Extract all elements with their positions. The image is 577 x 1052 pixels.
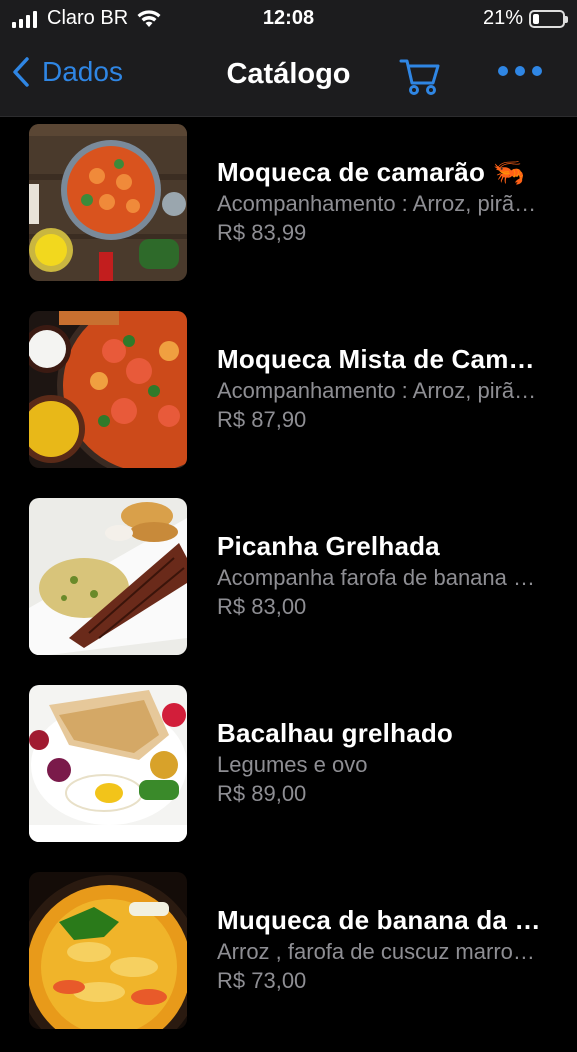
product-description: Acompanhamento : Arroz, pirão e farofa xyxy=(217,378,547,403)
product-info: Moqueca Mista de Camarão e Peixe Acompan… xyxy=(217,342,547,434)
product-name: Bacalhau grelhado xyxy=(217,718,454,748)
cart-icon xyxy=(399,59,440,95)
product-price: R$ 73,00 xyxy=(217,968,307,993)
status-bar: Claro BR 12:08 21% xyxy=(0,0,577,38)
product-price: R$ 83,99 xyxy=(217,220,307,245)
product-image xyxy=(29,685,187,842)
product-name: Picanha Grelhada xyxy=(217,531,440,561)
more-icon-dot xyxy=(532,66,542,76)
product-image xyxy=(29,498,187,655)
product-item[interactable]: Picanha Grelhada Acompanha farofa de ban… xyxy=(0,491,577,678)
product-name: Moqueca de camarão 🦐 xyxy=(217,157,526,187)
product-description: Acompanhamento : Arroz, pirão e farofa xyxy=(217,191,547,216)
product-item[interactable]: Moqueca Mista de Camarão e Peixe Acompan… xyxy=(0,304,577,491)
product-image xyxy=(29,872,187,1029)
product-image xyxy=(29,311,187,468)
product-description: Legumes e ovo xyxy=(217,752,368,777)
back-button[interactable]: Dados xyxy=(12,56,123,88)
product-info: Moqueca de camarão 🦐 Acompanhamento : Ar… xyxy=(217,155,547,247)
product-item[interactable]: Bacalhau grelhado Legumes e ovo R$ 89,00 xyxy=(0,678,577,865)
more-icon-dot xyxy=(515,66,525,76)
product-price: R$ 87,90 xyxy=(217,407,307,432)
product-name: Moqueca Mista de Camarão e Peixe xyxy=(217,344,547,374)
more-button[interactable] xyxy=(498,66,542,76)
battery-level xyxy=(533,13,539,24)
product-info: Muqueca de banana da terra Arroz , farof… xyxy=(217,903,547,995)
product-price: R$ 89,00 xyxy=(217,781,307,806)
product-description: Acompanha farofa de banana e arroz xyxy=(217,565,547,590)
product-name: Muqueca de banana da terra xyxy=(217,905,547,935)
battery-percent: 21% xyxy=(482,7,523,29)
product-price: R$ 83,00 xyxy=(217,594,307,619)
back-button-label: Dados xyxy=(42,56,123,87)
product-list: Moqueca de camarão 🦐 Acompanhamento : Ar… xyxy=(0,117,577,1052)
product-info: Picanha Grelhada Acompanha farofa de ban… xyxy=(217,529,547,621)
product-description: Arroz , farofa de cuscuz marroquino xyxy=(217,939,547,964)
product-info: Bacalhau grelhado Legumes e ovo R$ 89,00 xyxy=(217,716,547,808)
battery-group: 21% xyxy=(482,7,568,30)
cart-button[interactable] xyxy=(398,54,442,103)
more-icon-dot xyxy=(498,66,508,76)
battery-icon xyxy=(529,9,568,28)
product-item[interactable]: Moqueca de camarão 🦐 Acompanhamento : Ar… xyxy=(0,117,577,304)
chevron-left-icon xyxy=(13,57,29,87)
navigation-bar: Dados Catálogo xyxy=(0,38,577,117)
product-image xyxy=(29,124,187,281)
